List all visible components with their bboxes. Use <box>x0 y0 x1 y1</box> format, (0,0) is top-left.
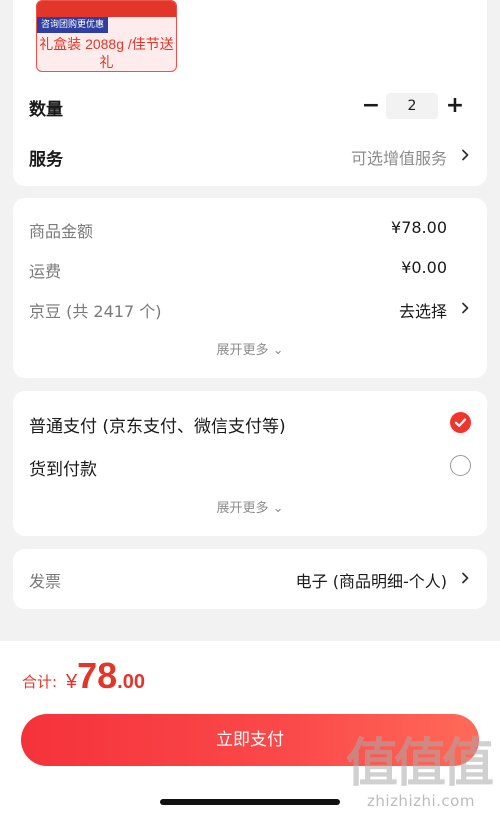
goods-amount-value: ¥78.00 <box>391 218 447 237</box>
jingdou-select[interactable]: 去选择 <box>399 298 447 322</box>
sku-label: 礼盒装 2088g /佳节送礼 <box>39 36 174 70</box>
quantity-value[interactable]: 2 <box>386 93 438 119</box>
expand-more-button[interactable]: 展开更多 ⌄ <box>13 339 487 358</box>
service-label: 服务 <box>29 150 63 170</box>
invoice-label: 发票 <box>29 572 62 591</box>
invoice-card[interactable]: 发票 电子 (商品明细-个人) <box>13 549 487 609</box>
checkout-page: 咨询团购更优惠 礼盒装 2088g /佳节送礼 数量 − 2 + 服务 可选增值… <box>0 0 500 817</box>
checkout-footer: 合计: ¥78.00 立即支付 值值值 zhizhizhi.com <box>0 641 500 817</box>
quantity-minus-button[interactable]: − <box>361 95 381 117</box>
check-circle-icon[interactable] <box>450 412 471 433</box>
sku-promo-text: 咨询团购更优惠 <box>37 17 109 33</box>
payment-card: 普通支付 (京东支付、微信支付等) 货到付款 展开更多 ⌄ <box>13 391 487 536</box>
quantity-label: 数量 <box>29 100 63 120</box>
chevron-right-icon[interactable] <box>459 302 471 314</box>
goods-amount-label: 商品金额 <box>29 222 94 241</box>
total-currency: ¥ <box>66 671 78 693</box>
amount-card: 商品金额 ¥78.00 运费 ¥0.00 京豆 (共 2417 个) 去选择 展… <box>13 198 487 378</box>
shipping-label: 运费 <box>29 262 62 281</box>
radio-empty-icon[interactable] <box>450 455 471 476</box>
jingdou-label: 京豆 (共 2417 个) <box>29 302 162 321</box>
payment-option-cod[interactable]: 货到付款 <box>29 455 97 480</box>
quantity-plus-button[interactable]: + <box>445 95 465 117</box>
chevron-right-icon[interactable] <box>459 572 471 584</box>
watermark-url: zhizhizhi.com <box>367 792 475 810</box>
sku-option[interactable]: 咨询团购更优惠 礼盒装 2088g /佳节送礼 <box>36 0 177 72</box>
shipping-value: ¥0.00 <box>401 258 447 277</box>
invoice-value[interactable]: 电子 (商品明细-个人) <box>296 568 447 592</box>
service-value[interactable]: 可选增值服务 <box>351 145 447 169</box>
home-indicator[interactable] <box>160 799 340 805</box>
total-integer: 78 <box>77 655 118 696</box>
total-label: 合计: <box>22 673 58 691</box>
expand-more-button[interactable]: 展开更多 ⌄ <box>13 497 487 516</box>
sku-banner <box>37 1 176 17</box>
total-decimal: .00 <box>117 671 145 693</box>
product-card: 咨询团购更优惠 礼盒装 2088g /佳节送礼 数量 − 2 + 服务 可选增值… <box>13 0 487 186</box>
chevron-right-icon[interactable] <box>459 149 471 161</box>
total-amount: ¥78.00 <box>66 655 145 697</box>
payment-option-online[interactable]: 普通支付 (京东支付、微信支付等) <box>29 412 286 437</box>
pay-now-button[interactable]: 立即支付 <box>21 714 479 766</box>
